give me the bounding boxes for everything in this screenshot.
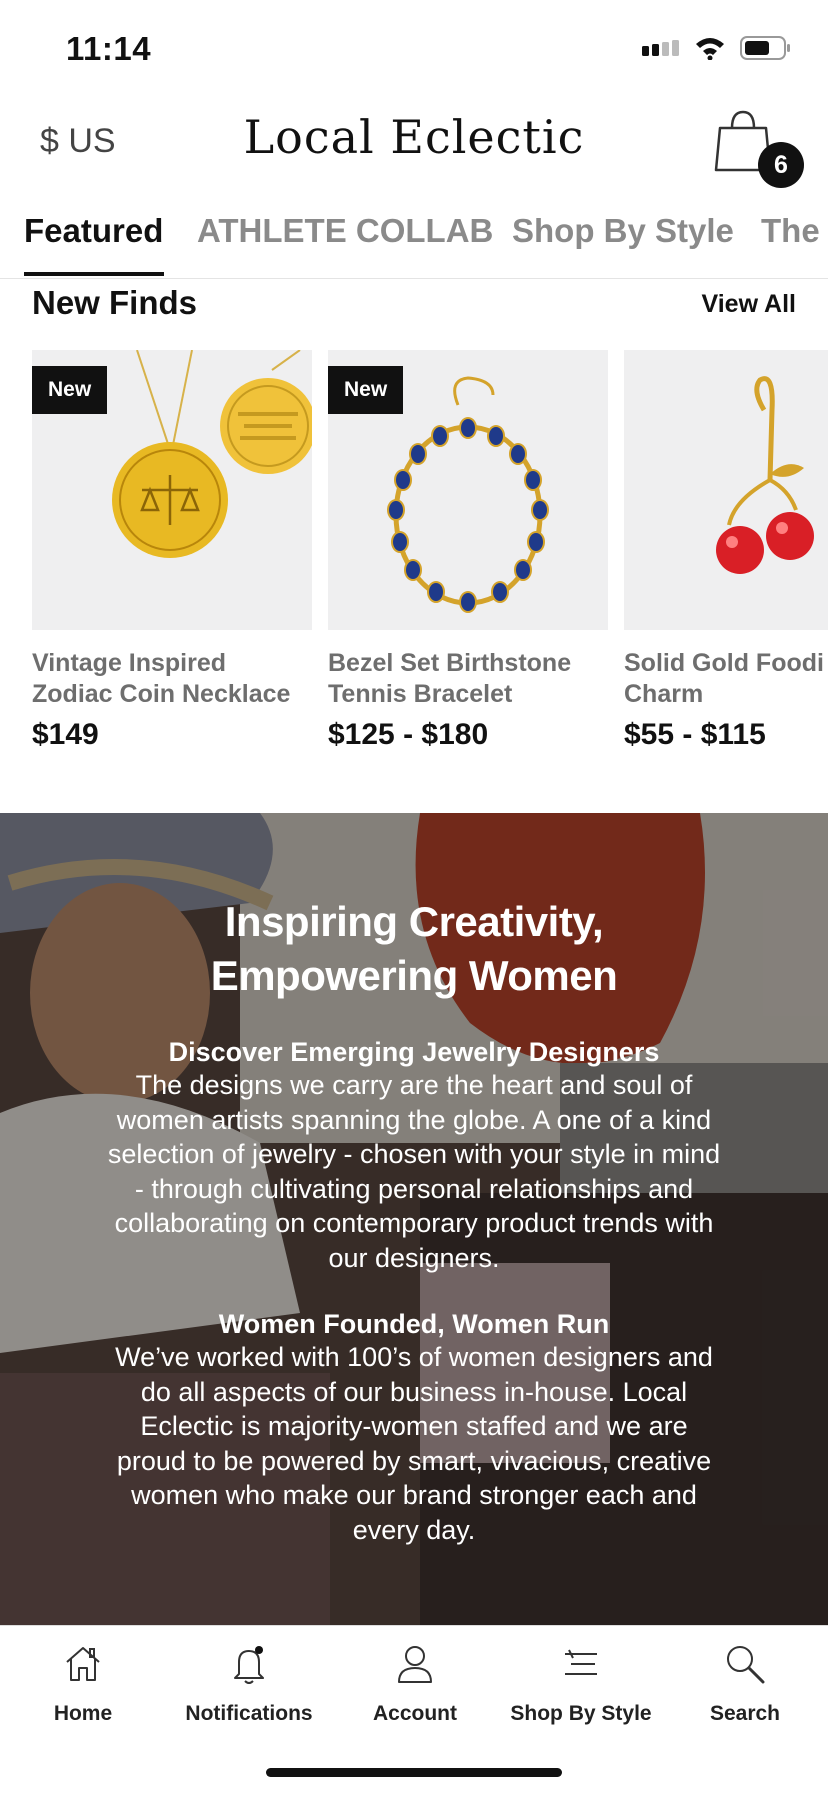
product-name-line: Tennis Bracelet bbox=[328, 680, 513, 708]
hero-subheading: Discover Emerging Jewelry Designers bbox=[168, 1037, 660, 1067]
product-name: Vintage Inspired Zodiac Coin Necklace bbox=[32, 648, 312, 710]
home-indicator bbox=[266, 1768, 562, 1777]
status-time: 11:14 bbox=[66, 30, 152, 67]
product-price: $125 - $180 bbox=[328, 718, 489, 751]
brand-logo[interactable]: Local Eclectic bbox=[0, 110, 828, 164]
nav-label: Account bbox=[373, 1702, 457, 1725]
view-all-link[interactable]: View All bbox=[702, 290, 796, 319]
hero-paragraph: The designs we carry are the heart and s… bbox=[107, 1070, 721, 1273]
nav-label: Shop By Style bbox=[510, 1702, 652, 1725]
product-image[interactable] bbox=[624, 350, 828, 630]
new-badge: New bbox=[32, 366, 108, 414]
status-icons bbox=[642, 36, 792, 60]
product-image[interactable]: New bbox=[328, 350, 608, 630]
new-finds-header: New Finds View All bbox=[0, 284, 828, 334]
tab-featured[interactable]: Featured bbox=[24, 212, 163, 250]
product-carousel: New Vintage Inspired Zodiac Coin Necklac… bbox=[0, 350, 828, 770]
cart-button[interactable]: 6 bbox=[712, 106, 804, 192]
hero-text: Inspiring Creativity, Empowering Women D… bbox=[0, 895, 828, 1547]
nav-label: Notifications bbox=[185, 1702, 313, 1725]
wifi-icon bbox=[696, 38, 724, 60]
nav-account[interactable]: Account bbox=[332, 1640, 498, 1726]
tab-shop-by-style[interactable]: Shop By Style bbox=[512, 212, 734, 250]
nav-notifications[interactable]: Notifications bbox=[166, 1640, 332, 1726]
product-card[interactable]: New Vintage Inspired Zodiac Coin Necklac… bbox=[32, 350, 312, 752]
active-tab-indicator bbox=[24, 272, 164, 276]
hero-title-line: Empowering Women bbox=[210, 952, 618, 999]
product-name-line: Zodiac Coin Necklace bbox=[32, 680, 291, 708]
nav-shop-by-style[interactable]: Shop By Style bbox=[498, 1640, 664, 1726]
battery-icon bbox=[740, 36, 790, 60]
home-icon bbox=[66, 1647, 100, 1681]
category-tabs: Featured ATHLETE COLLAB Shop By Style Th… bbox=[0, 206, 828, 279]
nav-label: Search bbox=[709, 1702, 781, 1725]
product-name: Bezel Set Birthstone Tennis Bracelet bbox=[328, 648, 608, 710]
product-name-line: Solid Gold Foodi bbox=[624, 649, 824, 677]
product-card[interactable]: Solid Gold Foodi Charm $55 - $115 bbox=[624, 350, 828, 752]
signal-icon bbox=[642, 40, 679, 56]
menu-icon bbox=[565, 1649, 597, 1675]
cherry-charm-image bbox=[716, 376, 814, 574]
product-image[interactable]: New bbox=[32, 350, 312, 630]
person-icon bbox=[398, 1646, 432, 1683]
bell-icon bbox=[234, 1646, 264, 1684]
hero-title: Inspiring Creativity, Empowering Women bbox=[114, 895, 714, 1003]
search-icon bbox=[727, 1646, 765, 1684]
nav-home[interactable]: Home bbox=[0, 1640, 166, 1726]
hero-subheading: Women Founded, Women Run bbox=[218, 1309, 610, 1339]
product-name: Solid Gold Foodi Charm bbox=[624, 648, 828, 710]
product-name-line: Vintage Inspired bbox=[32, 649, 227, 677]
status-bar: 11:14 bbox=[0, 0, 828, 96]
product-name-line: Bezel Set Birthstone bbox=[328, 649, 572, 677]
nav-label: Home bbox=[53, 1702, 113, 1725]
nav-search[interactable]: Search bbox=[662, 1640, 828, 1726]
product-card[interactable]: New Bezel Set Birthstone Tennis Bracelet… bbox=[328, 350, 608, 752]
hero-paragraph: We’ve worked with 100’s of women designe… bbox=[115, 1342, 713, 1545]
product-price: $149 bbox=[32, 718, 99, 751]
tab-the[interactable]: The bbox=[761, 212, 820, 250]
cart-count-badge: 6 bbox=[758, 142, 804, 188]
section-title: New Finds bbox=[32, 284, 198, 321]
product-price: $55 - $115 bbox=[624, 718, 766, 751]
tab-athlete-collab[interactable]: ATHLETE COLLAB bbox=[197, 212, 493, 250]
product-name-line: Charm bbox=[624, 680, 704, 708]
new-badge: New bbox=[328, 366, 404, 414]
hero-title-line: Inspiring Creativity, bbox=[224, 898, 604, 945]
brand-hero-banner: Inspiring Creativity, Empowering Women D… bbox=[0, 813, 828, 1625]
app-header: $ US Local Eclectic 6 bbox=[0, 96, 828, 206]
